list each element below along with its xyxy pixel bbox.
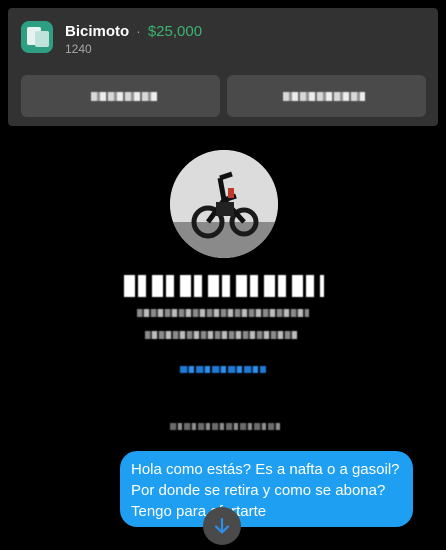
profile-avatar[interactable] — [170, 150, 278, 258]
profile-photo-bike — [170, 150, 278, 258]
sent-message-bubble[interactable]: Hola como estás? Es a nafta o a gasoil? … — [120, 451, 413, 527]
marketplace-listing-icon — [21, 21, 53, 53]
listing-separator: · — [136, 23, 141, 39]
redacted-profile-link[interactable] — [180, 366, 266, 373]
listing-action-button-2[interactable] — [227, 75, 426, 117]
listing-subtitle: 1240 — [65, 42, 92, 56]
listing-title: Bicimoto — [65, 22, 130, 40]
arrow-down-icon — [214, 517, 230, 534]
redacted-button-label — [283, 92, 365, 101]
messenger-conversation: Bicimoto · $25,000 1240 Hola como estás?… — [0, 0, 446, 550]
redacted-profile-info — [137, 309, 309, 317]
redacted-conversation-note — [170, 423, 282, 430]
redacted-button-label — [91, 92, 157, 101]
listing-card[interactable]: Bicimoto · $25,000 1240 — [8, 8, 438, 126]
listing-title-row: Bicimoto · $25,000 — [65, 21, 202, 41]
redacted-profile-info — [145, 331, 297, 339]
redacted-profile-name — [124, 275, 324, 297]
scroll-to-bottom-button[interactable] — [203, 507, 241, 545]
listing-price: $25,000 — [147, 22, 203, 40]
listing-action-button-1[interactable] — [21, 75, 220, 117]
